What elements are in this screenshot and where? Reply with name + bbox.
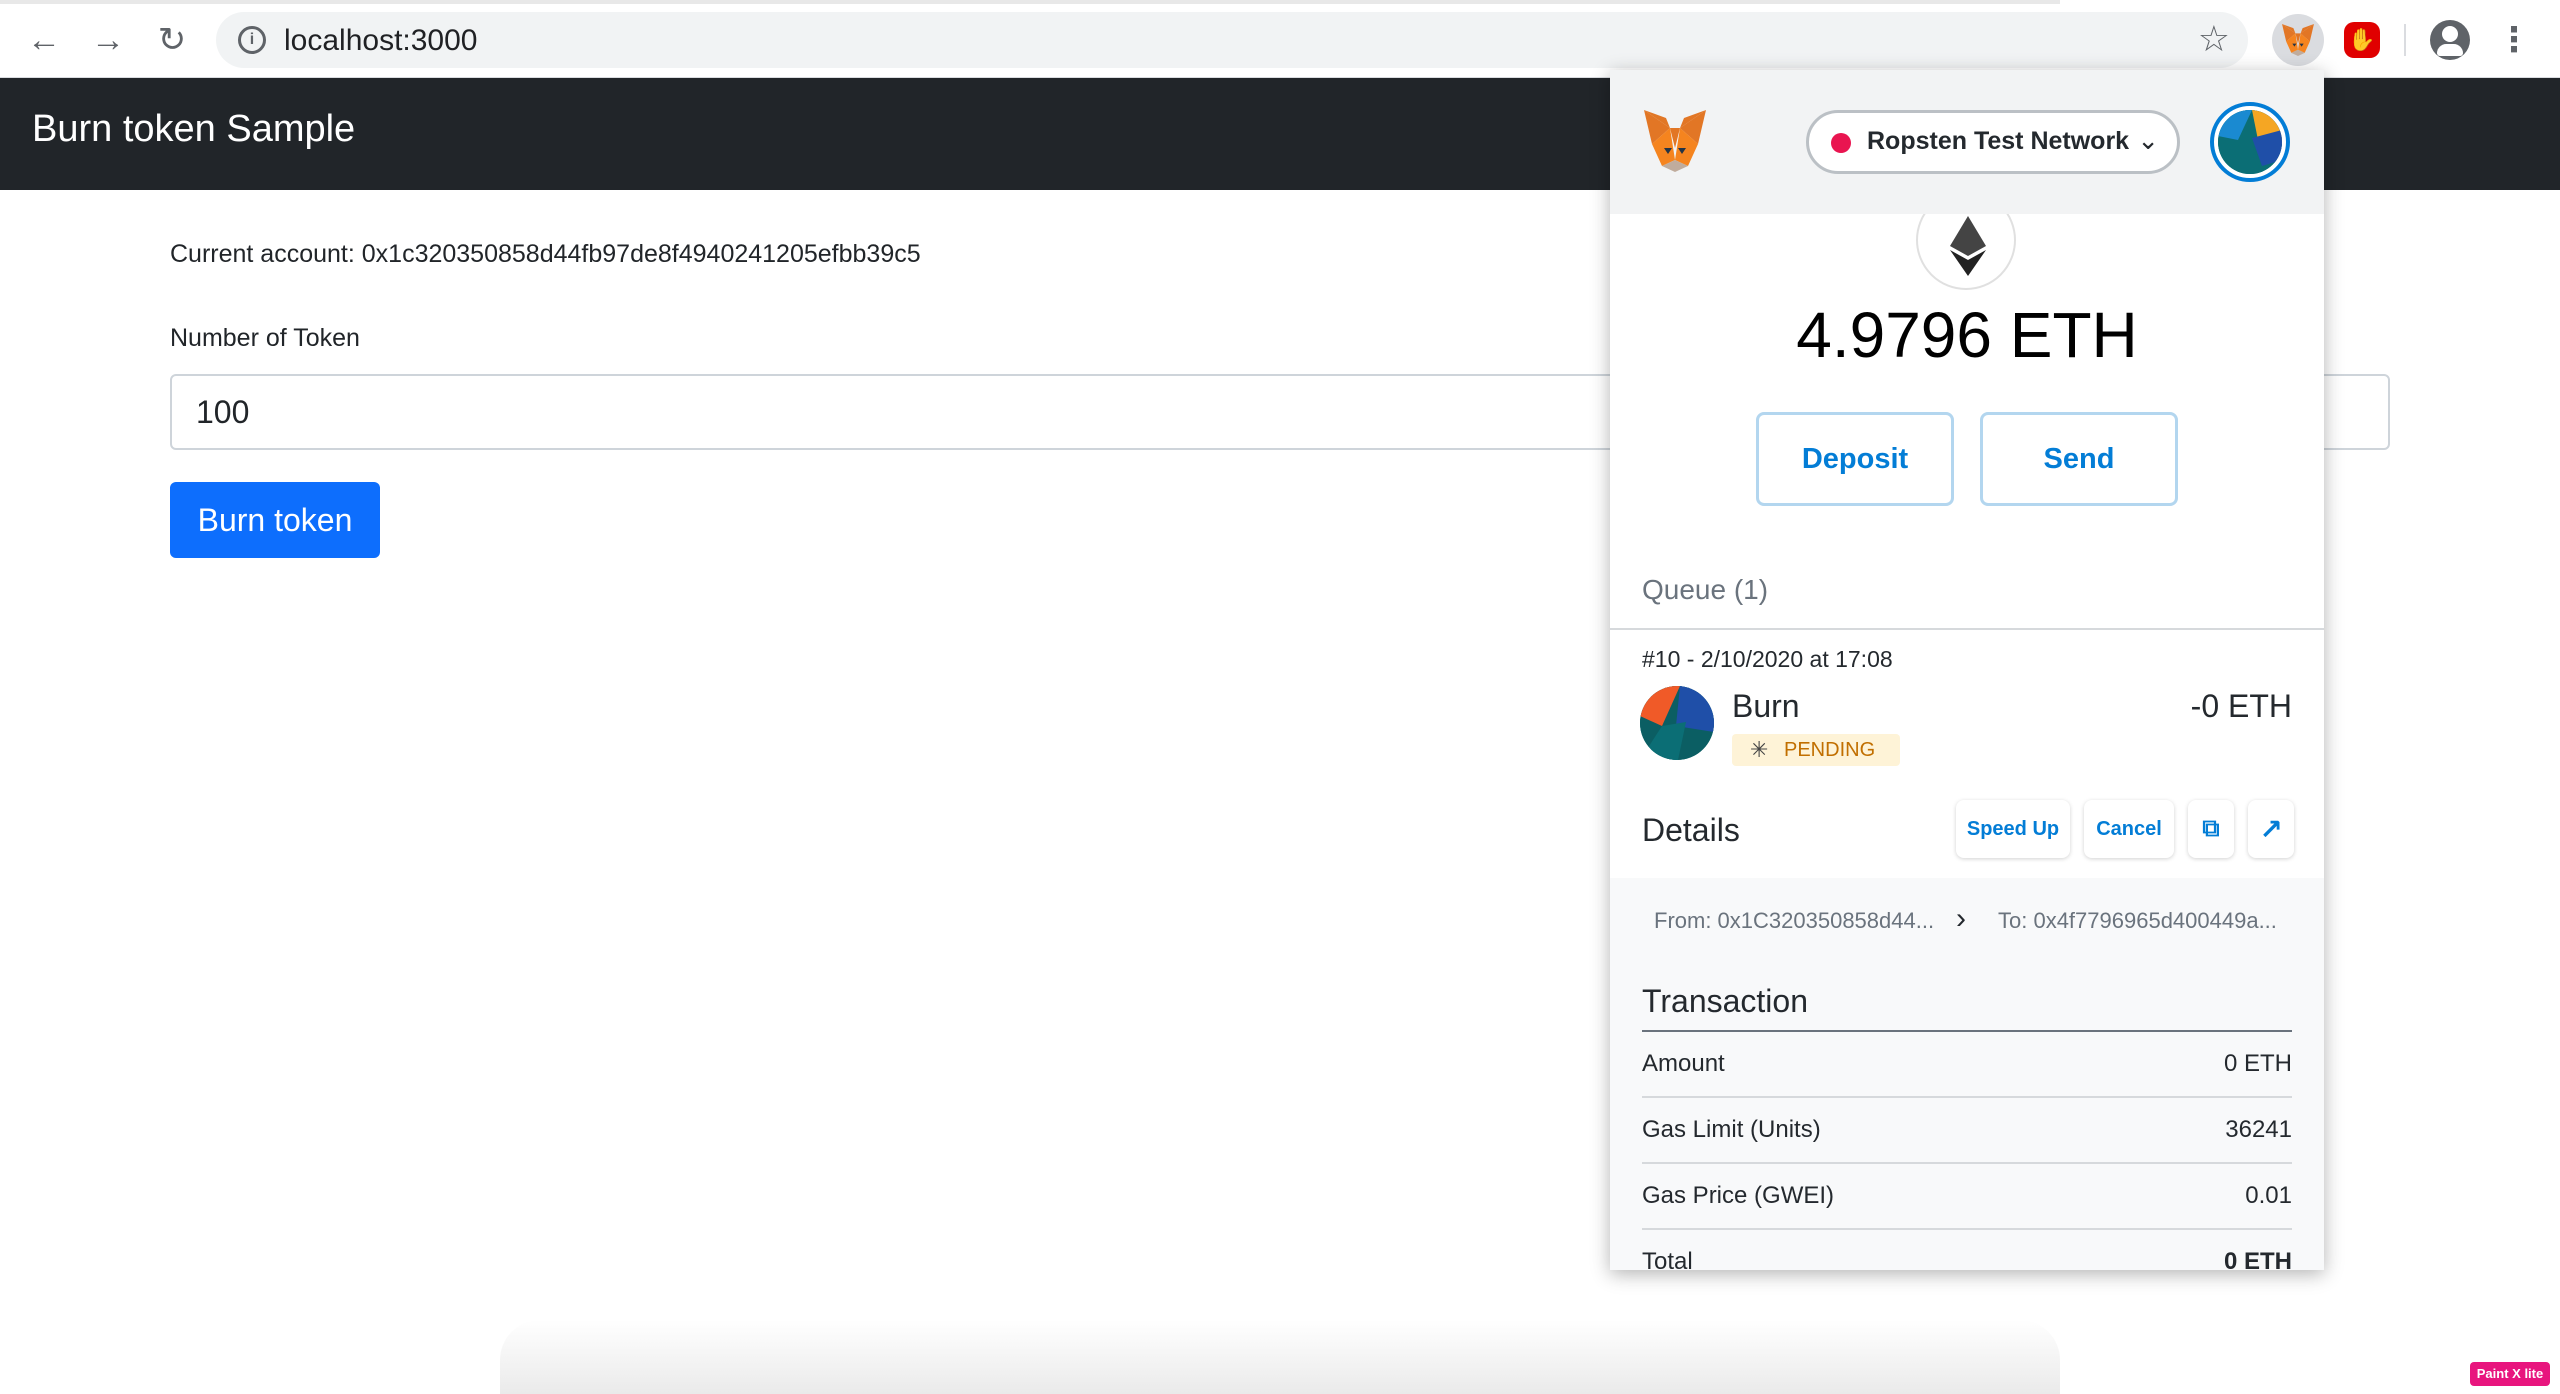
back-button[interactable]: ← — [22, 18, 66, 62]
stop-hand-icon: ✋ — [2344, 22, 2380, 58]
deposit-button[interactable]: Deposit — [1756, 412, 1954, 506]
account-circle-icon — [2430, 20, 2470, 60]
row-label: Amount — [1642, 1050, 1725, 1077]
row-label: Gas Price (GWEI) — [1642, 1182, 1835, 1209]
row-label: Total — [1642, 1248, 1693, 1270]
network-name: Ropsten Test Network — [1867, 127, 2130, 155]
address-bar[interactable]: i localhost:3000 ☆ — [216, 12, 2248, 68]
transaction-heading: Transaction — [1642, 966, 2292, 1032]
network-selector[interactable]: Ropsten Test Network ⌄ — [1806, 110, 2180, 174]
tx-identicon — [1640, 686, 1714, 760]
row-value: 0 ETH — [2223, 1248, 2292, 1270]
metamask-fox-icon[interactable] — [1640, 108, 1710, 174]
metamask-fox-icon — [2282, 24, 2314, 56]
forward-button[interactable]: → — [86, 18, 130, 62]
tx-date: #10 - 2/10/2020 at 17:08 — [1642, 646, 1893, 672]
current-account-text: Current account: 0x1c320350858d44fb97de8… — [170, 240, 921, 268]
from-address[interactable]: From: 0x1C320350858d44... — [1654, 908, 1934, 934]
tx-row-gas-price: Gas Price (GWEI) 0.01 — [1642, 1164, 2292, 1230]
metamask-header: Ropsten Test Network ⌄ — [1610, 70, 2324, 214]
tx-row-total: Total 0 ETH — [1642, 1230, 2292, 1270]
kebab-menu-icon: ⋮ — [2497, 21, 2531, 59]
bookmark-star-icon[interactable]: ☆ — [2198, 18, 2230, 60]
pending-badge: ✳ PENDING — [1732, 734, 1900, 766]
eth-balance: 4.9796 ETH — [1796, 299, 2138, 371]
app-title[interactable]: Burn token Sample — [32, 108, 355, 151]
chevron-down-icon: ⌄ — [2137, 125, 2159, 155]
tab-strip-line — [0, 0, 2060, 4]
paint-x-lite-badge: Paint X lite — [2470, 1362, 2550, 1386]
tx-row-gas-limit: Gas Limit (Units) 36241 — [1642, 1098, 2292, 1164]
row-value: 36241 — [2225, 1116, 2292, 1143]
row-label: Gas Limit (Units) — [1642, 1116, 1821, 1143]
transaction-summary: Transaction Amount 0 ETH Gas Limit (Unit… — [1642, 966, 2292, 1270]
arrow-left-icon: ← — [27, 20, 61, 59]
profile-button[interactable] — [2424, 14, 2476, 66]
row-value: 0.01 — [2245, 1182, 2292, 1209]
adblock-extension-button[interactable]: ✋ — [2336, 14, 2388, 66]
browser-toolbar: ← → ↻ i localhost:3000 ☆ ✋ ⋮ — [0, 0, 2560, 78]
network-status-dot — [1831, 133, 1851, 153]
pending-label: PENDING — [1784, 739, 1876, 761]
burn-token-button[interactable]: Burn token — [170, 482, 380, 558]
tx-row-amount: Amount 0 ETH — [1642, 1032, 2292, 1098]
copy-icon[interactable]: ⧉ — [2188, 800, 2234, 858]
identicon — [2218, 110, 2282, 174]
reload-icon: ↻ — [157, 21, 187, 59]
tx-amount: -0 ETH — [2190, 688, 2292, 724]
row-value: 0 ETH — [2223, 1050, 2292, 1077]
tx-name[interactable]: Burn — [1732, 688, 1800, 725]
url-text[interactable]: localhost:3000 — [284, 24, 477, 58]
toolbar-divider — [2404, 24, 2406, 56]
info-icon[interactable]: i — [238, 26, 266, 54]
details-heading: Details — [1642, 812, 1740, 848]
chevron-right-icon: › — [1956, 902, 1966, 935]
send-button[interactable]: Send — [1980, 412, 2178, 506]
speed-up-button[interactable]: Speed Up — [1956, 800, 2070, 858]
to-address[interactable]: To: 0x4f7796965d400449a... — [1998, 908, 2277, 934]
account-avatar[interactable] — [2210, 102, 2290, 182]
token-count-label: Number of Token — [170, 324, 360, 352]
queue-divider — [1610, 628, 2324, 630]
queue-heading: Queue (1) — [1642, 574, 1769, 605]
browser-menu-button[interactable]: ⋮ — [2488, 14, 2540, 66]
spinner-icon: ✳ — [1750, 737, 1769, 762]
from-to-row: From: 0x1C320350858d44... › To: 0x4f7796… — [1610, 878, 2324, 966]
bottom-shadow — [500, 1320, 2060, 1394]
cancel-button[interactable]: Cancel — [2084, 800, 2174, 858]
arrow-right-icon: → — [91, 20, 125, 59]
metamask-popup: Ropsten Test Network ⌄ 4.9796 ETH Deposi… — [1610, 70, 2324, 1270]
external-link-icon[interactable]: ↗ — [2248, 800, 2294, 858]
metamask-extension-button[interactable] — [2272, 14, 2324, 66]
reload-button[interactable]: ↻ — [150, 18, 194, 62]
